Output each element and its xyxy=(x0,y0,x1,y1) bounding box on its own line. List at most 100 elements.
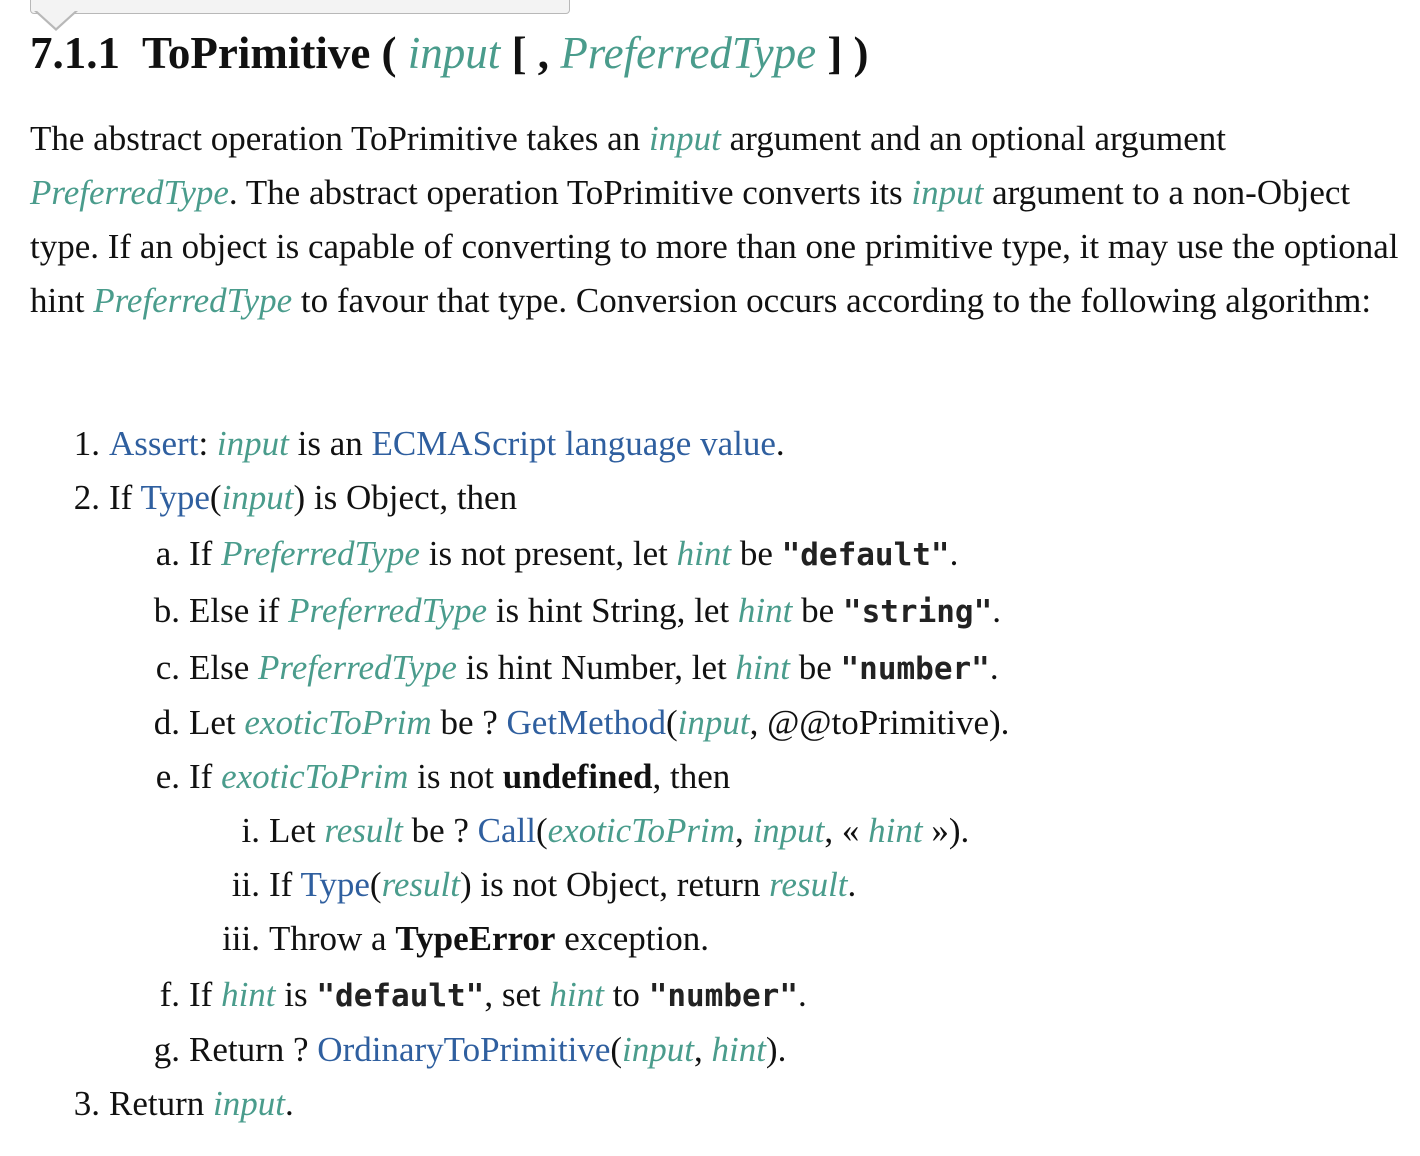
var-input[interactable]: input xyxy=(217,424,289,463)
step-number: 1. xyxy=(73,424,100,463)
step-text: is hint String, let xyxy=(487,591,738,630)
step-2f: f. If hint is "default", set hint to "num… xyxy=(126,968,807,1023)
link-ordinary-to-primitive[interactable]: OrdinaryToPrimitive xyxy=(317,1030,610,1069)
step-3: 3. Return input. xyxy=(38,1077,294,1131)
var-exotic-to-prim[interactable]: exoticToPrim xyxy=(221,757,408,796)
section-heading: 7.1.1 ToPrimitive ( input [ , PreferredTy… xyxy=(30,22,869,84)
heading-bracket-open: [ , xyxy=(511,28,550,78)
var-input[interactable]: input xyxy=(222,478,294,517)
operation-name: ToPrimitive xyxy=(142,28,371,78)
step-number: a. xyxy=(155,534,180,573)
step-text: Let xyxy=(269,811,325,850)
step-text: : xyxy=(198,424,217,463)
heading-close: ] ) xyxy=(827,28,869,78)
var-input[interactable]: input xyxy=(213,1084,285,1123)
var-preferred-type[interactable]: PreferredType xyxy=(221,534,420,573)
step-2e-ii: ii. If Type(result) is not Object, return… xyxy=(200,858,857,912)
var-preferred-type[interactable]: PreferredType xyxy=(258,648,457,687)
step-text: . xyxy=(847,865,857,904)
step-text: ( xyxy=(369,865,382,904)
var-preferred-type[interactable]: PreferredType xyxy=(288,591,487,630)
step-text: Throw a xyxy=(269,919,396,958)
step-text: If xyxy=(189,975,222,1014)
var-input[interactable]: input xyxy=(678,703,750,742)
code-number: "number" xyxy=(648,978,798,1014)
step-text: , « xyxy=(824,811,869,850)
tooltip-panel xyxy=(30,0,570,14)
var-preferred-type[interactable]: PreferredType xyxy=(93,281,292,320)
code-default: "default" xyxy=(316,978,485,1014)
step-2d: d. Let exoticToPrim be ? GetMethod(input,… xyxy=(126,696,1010,750)
intro-text: argument and an optional argument xyxy=(720,119,1227,158)
var-result[interactable]: result xyxy=(382,865,460,904)
step-number: i. xyxy=(241,811,260,850)
step-number: g. xyxy=(153,1030,180,1069)
var-input[interactable]: input xyxy=(752,811,824,850)
section-number: 7.1.1 xyxy=(30,28,120,78)
step-2b: b. Else if PreferredType is hint String, … xyxy=(126,584,1001,639)
step-1: 1. Assert: input is an ECMAScript languag… xyxy=(38,417,785,471)
step-text: is not present, let xyxy=(419,534,677,573)
step-text: Else if xyxy=(189,591,289,630)
step-text: ). xyxy=(765,1030,787,1069)
link-type[interactable]: Type xyxy=(140,478,209,517)
step-2c: c. Else PreferredType is hint Number, let… xyxy=(126,641,999,696)
step-text: , then xyxy=(652,757,731,796)
step-text: ( xyxy=(209,478,222,517)
step-number: e. xyxy=(155,757,180,796)
var-hint[interactable]: hint xyxy=(711,1030,765,1069)
link-call[interactable]: Call xyxy=(478,811,536,850)
link-get-method[interactable]: GetMethod xyxy=(507,703,666,742)
step-text: Return xyxy=(109,1084,214,1123)
step-2e-i: i. Let result be ? Call(exoticToPrim, inp… xyxy=(200,804,970,858)
var-exotic-to-prim[interactable]: exoticToPrim xyxy=(244,703,431,742)
step-text: . xyxy=(284,1084,294,1123)
var-hint[interactable]: hint xyxy=(868,811,922,850)
code-number: "number" xyxy=(840,651,990,687)
step-2a: a. If PreferredType is not present, let h… xyxy=(126,527,959,582)
var-hint[interactable]: hint xyxy=(221,975,275,1014)
var-input[interactable]: input xyxy=(911,173,983,212)
step-text: If xyxy=(189,534,222,573)
intro-text: The abstract operation ToPrimitive takes… xyxy=(30,119,649,158)
step-number: 3. xyxy=(73,1084,100,1123)
step-2e: e. If exoticToPrim is not undefined, then xyxy=(126,750,731,804)
step-text: be xyxy=(731,534,782,573)
var-hint[interactable]: hint xyxy=(550,975,604,1014)
bold-undefined: undefined xyxy=(502,757,653,796)
step-text: is hint Number, let xyxy=(456,648,736,687)
var-hint[interactable]: hint xyxy=(736,648,790,687)
step-text: , @@toPrimitive). xyxy=(749,703,1010,742)
var-hint[interactable]: hint xyxy=(738,591,792,630)
param-preferred-type[interactable]: PreferredType xyxy=(560,28,816,78)
step-2e-iii: iii. Throw a TypeError exception. xyxy=(200,912,709,966)
step-number: b. xyxy=(153,591,180,630)
link-type[interactable]: Type xyxy=(300,865,369,904)
step-text: ) is Object, then xyxy=(293,478,518,517)
step-text: . xyxy=(949,534,959,573)
var-preferred-type[interactable]: PreferredType xyxy=(30,173,229,212)
step-number: f. xyxy=(159,975,180,1014)
step-number: 2. xyxy=(73,478,100,517)
step-text: Else xyxy=(189,648,259,687)
step-text: ) is not Object, return xyxy=(460,865,770,904)
step-2: 2. If Type(input) is Object, then xyxy=(38,471,517,525)
step-text: Let xyxy=(189,703,245,742)
param-input[interactable]: input xyxy=(408,28,501,78)
code-string: "string" xyxy=(842,594,993,630)
var-result[interactable]: result xyxy=(769,865,847,904)
step-number: iii. xyxy=(222,919,260,958)
step-text: to xyxy=(603,975,649,1014)
step-text: exception. xyxy=(555,919,709,958)
var-input[interactable]: input xyxy=(649,119,721,158)
var-exotic-to-prim[interactable]: exoticToPrim xyxy=(548,811,735,850)
link-assert[interactable]: Assert xyxy=(109,424,198,463)
step-text: If xyxy=(269,865,301,904)
intro-text: . The abstract operation ToPrimitive con… xyxy=(228,173,912,212)
var-input[interactable]: input xyxy=(622,1030,694,1069)
step-text: is an xyxy=(288,424,372,463)
var-result[interactable]: result xyxy=(324,811,402,850)
step-text: Return ? xyxy=(189,1030,318,1069)
var-hint[interactable]: hint xyxy=(677,534,731,573)
link-ecmascript-language-value[interactable]: ECMAScript language value xyxy=(372,424,776,463)
